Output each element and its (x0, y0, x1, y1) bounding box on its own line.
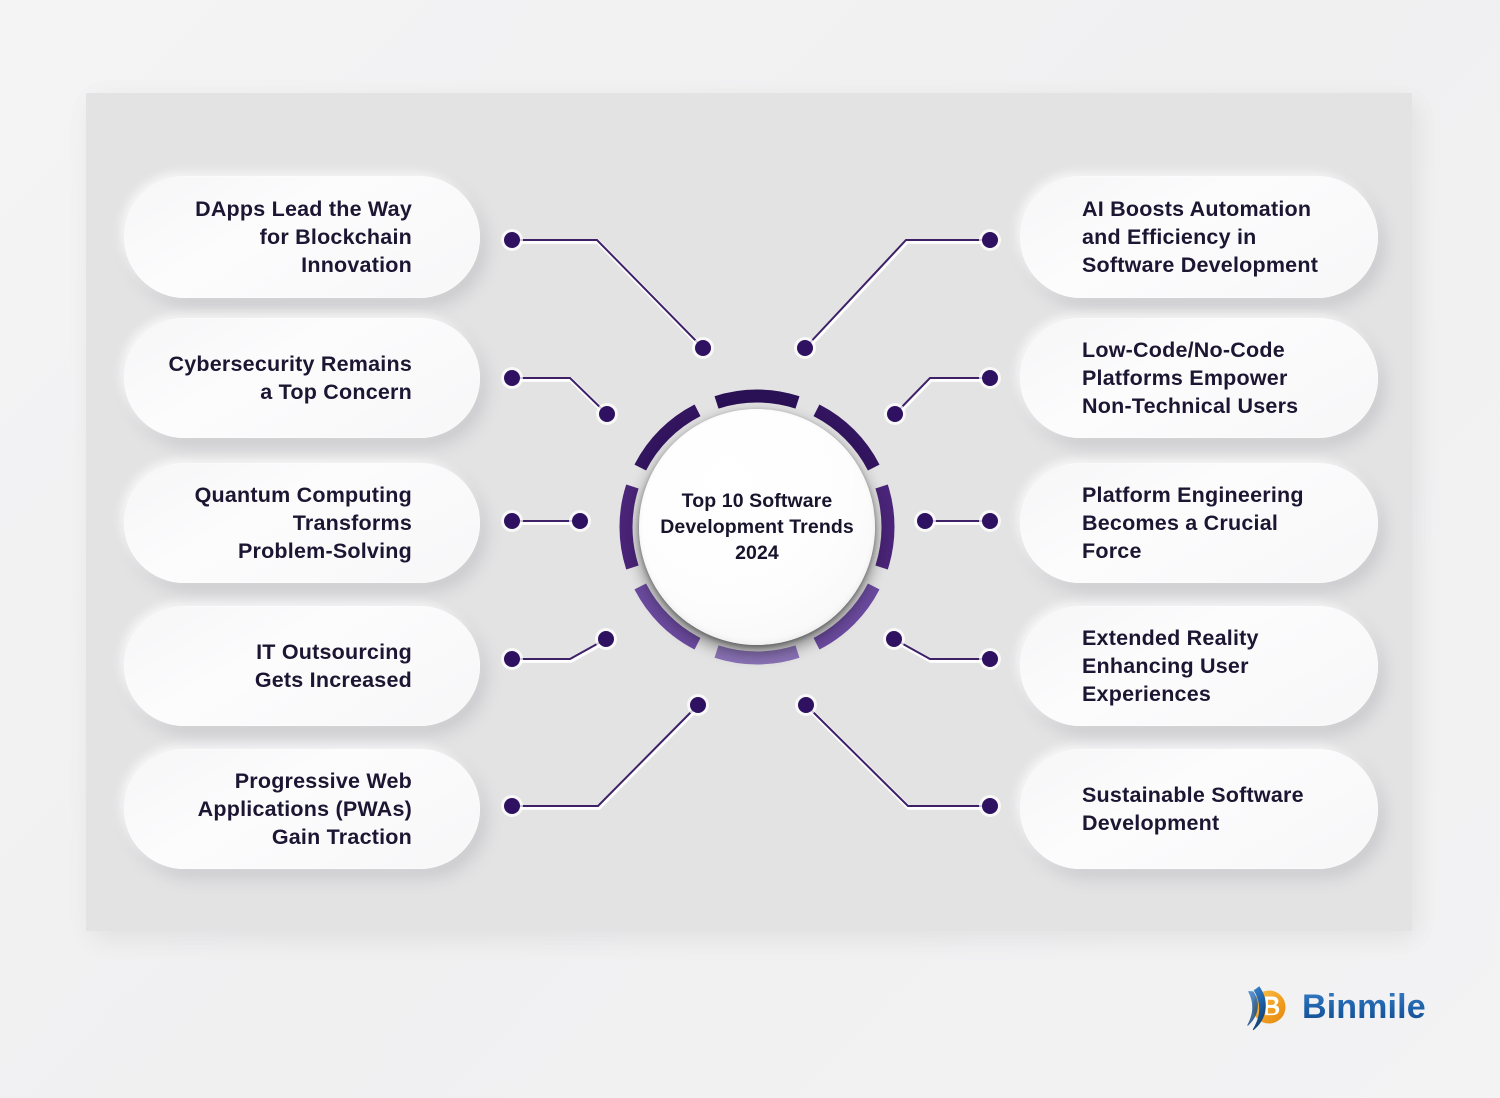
ring-segment-bottom (714, 645, 800, 665)
ring-segment-left (619, 484, 639, 570)
binmile-logo-icon (1247, 986, 1286, 1031)
trend-card-ai-automation[interactable]: AI Boosts Automation and Efficiency in S… (1020, 176, 1378, 298)
trend-card-label: Sustainable Software Development (1082, 782, 1304, 835)
trend-card-label: AI Boosts Automation and Efficiency in S… (1082, 196, 1319, 278)
trend-card-sustainable-software[interactable]: Sustainable Software Development (1020, 749, 1378, 869)
binmile-logo: Binmile (1243, 978, 1426, 1036)
trend-card-dapps-blockchain[interactable]: DApps Lead the Way for Blockchain Innova… (124, 176, 480, 298)
binmile-logo-text: Binmile (1302, 987, 1426, 1026)
infographic-stage: DApps Lead the Way for Blockchain Innova… (0, 0, 1500, 1098)
ring-segment-right (875, 484, 895, 570)
trend-card-low-code-no-code[interactable]: Low-Code/No-Code Platforms Empower Non-T… (1020, 318, 1378, 438)
trend-card-label: IT Outsourcing Gets Increased (254, 639, 412, 692)
trend-card-label: Extended Reality Enhancing User Experien… (1082, 625, 1259, 707)
trend-card-label: DApps Lead the Way for Blockchain Innova… (195, 196, 412, 278)
trend-card-progressive-web-apps[interactable]: Progressive Web Applications (PWAs) Gain… (124, 749, 480, 869)
hub-inner-disc: Top 10 Software Development Trends 2024 (639, 409, 875, 645)
trend-card-platform-engineering[interactable]: Platform Engineering Becomes a Crucial F… (1020, 463, 1378, 583)
trend-card-it-outsourcing[interactable]: IT Outsourcing Gets Increased (124, 606, 480, 726)
trend-card-quantum-computing[interactable]: Quantum Computing Transforms Problem-Sol… (124, 463, 480, 583)
trend-card-label: Platform Engineering Becomes a Crucial F… (1082, 482, 1304, 564)
trend-card-label: Low-Code/No-Code Platforms Empower Non-T… (1082, 337, 1299, 419)
trend-card-label: Cybersecurity Remains a Top Concern (168, 351, 412, 404)
trend-card-extended-reality[interactable]: Extended Reality Enhancing User Experien… (1020, 606, 1378, 726)
trend-card-cybersecurity[interactable]: Cybersecurity Remains a Top Concern (124, 318, 480, 438)
hub-title: Top 10 Software Development Trends 2024 (660, 489, 854, 565)
trend-card-label: Progressive Web Applications (PWAs) Gain… (197, 768, 412, 850)
ring-segment-top (714, 389, 800, 409)
trend-card-label: Quantum Computing Transforms Problem-Sol… (194, 482, 412, 564)
center-hub: Top 10 Software Development Trends 2024 (613, 383, 901, 671)
